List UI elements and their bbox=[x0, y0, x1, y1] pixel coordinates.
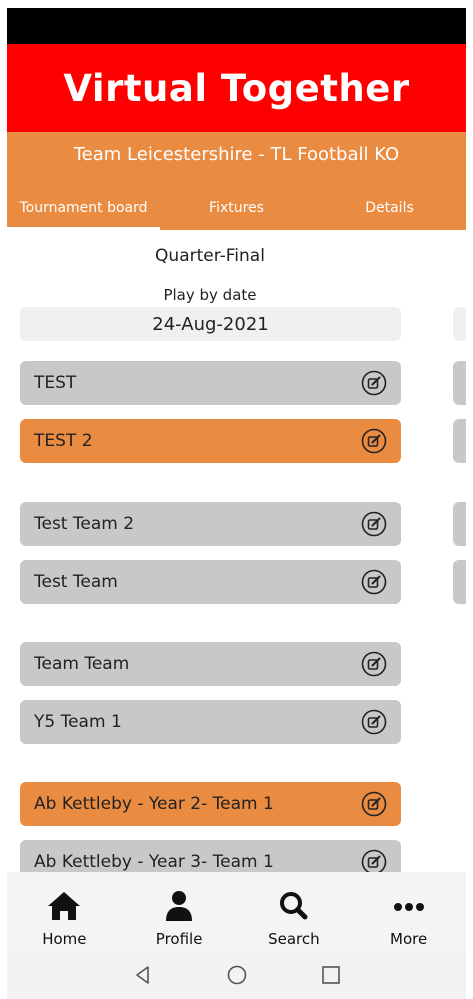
edit-icon[interactable] bbox=[361, 370, 387, 396]
profile-icon bbox=[166, 891, 193, 921]
team-name: Ab Kettleby - Year 3- Team 1 bbox=[34, 852, 274, 872]
team-entry[interactable]: Test Team bbox=[20, 560, 401, 604]
team-name: TEST bbox=[34, 373, 77, 393]
team-entry[interactable]: Test Team 2 bbox=[20, 502, 401, 546]
team-entry[interactable]: TEST bbox=[20, 361, 401, 405]
nav-label: Search bbox=[268, 930, 320, 948]
team-name: Ab Kettleby - Year 2- Team 1 bbox=[34, 794, 274, 814]
back-icon[interactable] bbox=[131, 963, 155, 987]
nav-label: Home bbox=[42, 930, 87, 948]
edit-icon[interactable] bbox=[361, 791, 387, 817]
home-icon bbox=[48, 892, 81, 920]
next-round-slot-peek bbox=[453, 560, 466, 604]
team-name: Test Team 2 bbox=[34, 514, 135, 534]
play-by-label: Play by date bbox=[163, 286, 257, 304]
tab-fixtures[interactable]: Fixtures bbox=[160, 186, 313, 230]
tab-label: Fixtures bbox=[209, 200, 264, 216]
play-by-date: 24-Aug-2021 bbox=[20, 307, 401, 341]
edit-icon[interactable] bbox=[361, 709, 387, 735]
app-title: Virtual Together bbox=[63, 66, 410, 110]
team-entry[interactable]: Ab Kettleby - Year 2- Team 1 bbox=[20, 782, 401, 826]
brand-banner: Virtual Together bbox=[7, 44, 466, 132]
bottom-nav: Home Profile Search More bbox=[7, 872, 466, 950]
search-icon bbox=[279, 892, 308, 920]
team-title: Team Leicestershire - TL Football KO bbox=[73, 144, 400, 165]
next-round-slot-peek bbox=[453, 502, 466, 546]
more-icon bbox=[393, 903, 424, 911]
nav-more[interactable]: More bbox=[351, 872, 466, 950]
team-entry[interactable]: TEST 2 bbox=[20, 419, 401, 463]
edit-icon[interactable] bbox=[361, 569, 387, 595]
edit-icon[interactable] bbox=[361, 511, 387, 537]
status-bar bbox=[7, 8, 466, 44]
tab-bar: Tournament board Fixtures Details bbox=[7, 186, 466, 230]
team-name: TEST 2 bbox=[34, 431, 93, 451]
team-name: Test Team bbox=[34, 572, 118, 592]
nav-search[interactable]: Search bbox=[237, 872, 352, 950]
next-round-slot-peek bbox=[453, 419, 466, 463]
tournament-header: Team Leicestershire - TL Football KO Tou… bbox=[7, 132, 466, 230]
system-nav-bar bbox=[7, 950, 466, 999]
nav-profile[interactable]: Profile bbox=[122, 872, 237, 950]
next-round-date-peek bbox=[453, 307, 466, 341]
team-name: Team Team bbox=[34, 654, 130, 674]
app-frame: Virtual Together Team Leicestershire - T… bbox=[7, 8, 466, 999]
edit-icon[interactable] bbox=[361, 428, 387, 454]
tab-label: Details bbox=[365, 200, 414, 216]
team-entry[interactable]: Y5 Team 1 bbox=[20, 700, 401, 744]
team-entry[interactable]: Team Team bbox=[20, 642, 401, 686]
tab-details[interactable]: Details bbox=[313, 186, 466, 230]
nav-home[interactable]: Home bbox=[7, 872, 122, 950]
tab-tournament-board[interactable]: Tournament board bbox=[7, 186, 160, 230]
recents-icon[interactable] bbox=[319, 963, 343, 987]
home-circle-icon[interactable] bbox=[225, 963, 249, 987]
nav-label: More bbox=[390, 930, 428, 948]
nav-label: Profile bbox=[155, 930, 203, 948]
next-round-slot-peek bbox=[453, 361, 466, 405]
edit-icon[interactable] bbox=[361, 651, 387, 677]
team-name: Y5 Team 1 bbox=[34, 712, 122, 732]
round-title: Quarter-Final bbox=[155, 246, 265, 266]
tab-label: Tournament board bbox=[19, 200, 148, 216]
tournament-board[interactable]: Quarter-Final Play by date 24-Aug-2021 T… bbox=[7, 230, 466, 880]
